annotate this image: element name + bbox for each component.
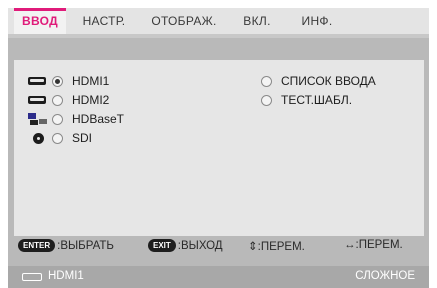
sdi-icon xyxy=(33,133,44,144)
tab-info[interactable]: ИНФ. xyxy=(292,8,342,34)
input-label: HDBaseT xyxy=(72,112,125,126)
updown-hint: ⇕:ПЕРЕМ. xyxy=(248,239,305,253)
tab-input[interactable]: ВВОД xyxy=(14,8,66,34)
status-bar: HDMI1 СЛОЖНОЕ xyxy=(8,266,429,288)
hdmi-icon xyxy=(28,77,46,85)
option-label: СПИСОК ВВОДА xyxy=(281,74,376,88)
hdbaset-icon xyxy=(28,113,48,126)
menu-window: ВВОД НАСТР. ОТОБРАЖ. ВКЛ. ИНФ. HDMI1 HDM… xyxy=(8,8,429,288)
radio-button[interactable] xyxy=(52,132,63,144)
radio-button[interactable] xyxy=(261,94,272,106)
enter-hint-label: :ВЫБРАТЬ xyxy=(57,239,114,252)
input-panel: HDMI1 HDMI2 HDBaseT SDI СПИСОК ВВОДА ТЕС… xyxy=(14,60,424,236)
input-row-sdi[interactable]: SDI xyxy=(26,129,92,147)
radio-button[interactable] xyxy=(52,94,63,106)
hdmi-icon xyxy=(22,273,42,281)
radio-button[interactable] xyxy=(52,75,63,87)
tab-divider xyxy=(8,34,429,38)
input-row-hdmi1[interactable]: HDMI1 xyxy=(26,72,109,90)
exit-hint-label: :ВЫХОД xyxy=(177,239,223,252)
input-label: HDMI1 xyxy=(72,74,110,88)
radio-button[interactable] xyxy=(52,113,63,125)
exit-key-badge: EXIT xyxy=(148,239,176,252)
input-label: SDI xyxy=(72,131,93,145)
input-row-hdmi2[interactable]: HDMI2 xyxy=(26,91,109,109)
input-label: HDMI2 xyxy=(72,93,110,107)
leftright-hint: ↔:ПЕРЕМ. xyxy=(344,239,403,251)
tab-on[interactable]: ВКЛ. xyxy=(234,8,280,34)
tab-bar: ВВОД НАСТР. ОТОБРАЖ. ВКЛ. ИНФ. xyxy=(8,8,429,34)
exit-hint: EXIT :ВЫХОД xyxy=(148,239,223,252)
status-source: HDMI1 xyxy=(48,270,84,282)
hdmi-icon xyxy=(28,96,46,104)
input-row-hdbaset[interactable]: HDBaseT xyxy=(26,110,124,128)
enter-key-badge: ENTER xyxy=(18,239,56,252)
test-pattern-option[interactable]: ТЕСТ.ШАБЛ. xyxy=(261,91,352,109)
updown-hint-label: ⇕:ПЕРЕМ. xyxy=(248,241,305,253)
input-list-option[interactable]: СПИСОК ВВОДА xyxy=(261,72,376,90)
radio-button[interactable] xyxy=(261,75,272,87)
tab-display[interactable]: ОТОБРАЖ. xyxy=(142,8,226,34)
enter-hint: ENTER :ВЫБРАТЬ xyxy=(18,239,114,252)
control-hints: ENTER :ВЫБРАТЬ EXIT :ВЫХОД ⇕:ПЕРЕМ. ↔:ПЕ… xyxy=(8,236,429,258)
leftright-hint-label: ↔:ПЕРЕМ. xyxy=(344,239,403,251)
status-mode: СЛОЖНОЕ xyxy=(355,270,415,282)
option-label: ТЕСТ.ШАБЛ. xyxy=(281,93,353,107)
tab-setup[interactable]: НАСТР. xyxy=(72,8,136,34)
